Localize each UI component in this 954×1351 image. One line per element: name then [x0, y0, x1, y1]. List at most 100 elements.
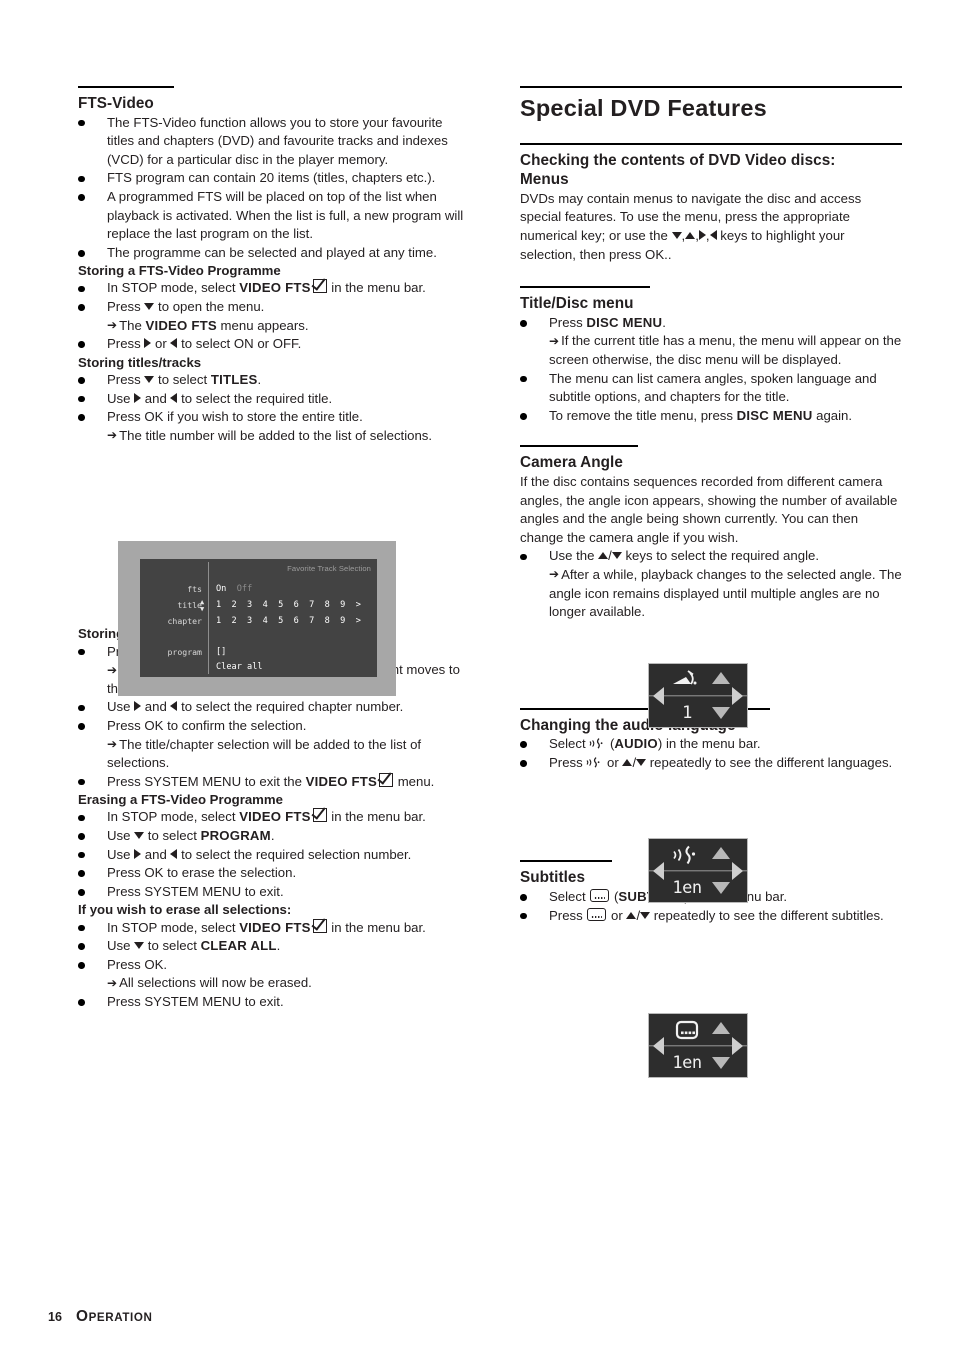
osd-right-arrow-icon[interactable] — [732, 861, 743, 880]
text: Press OK to erase the selection. — [107, 865, 297, 881]
triangle-up-icon — [626, 911, 637, 919]
list-item: Press OK to confirm the selection. — [78, 717, 470, 736]
text: to select the required title. — [177, 390, 333, 406]
bullet-icon — [520, 320, 527, 327]
bullet-icon — [78, 395, 85, 403]
triangle-down-icon — [611, 552, 622, 560]
fts-row-values-title[interactable]: 1 2 3 4 5 6 7 8 9 > — [216, 600, 361, 610]
text-bold: DISC MENU — [586, 314, 663, 330]
text: Use the — [549, 548, 599, 564]
list-erasing-programme: In STOP mode, select VIDEO FTS in the me… — [78, 808, 470, 901]
updown-cursor-icon: ▲ ▼ — [200, 598, 205, 613]
fts-row-label-program: program — [167, 647, 202, 657]
list-item: The programme can be selected and played… — [78, 244, 470, 263]
text: to open the menu. — [154, 299, 265, 315]
bullet-icon — [78, 194, 85, 201]
text: Press OK if you wish to store the entire… — [107, 409, 363, 425]
list-storing-programme: In STOP mode, select VIDEO FTS in the me… — [78, 279, 470, 353]
list-item-arrow: ➔ All selections will now be erased. — [78, 974, 470, 993]
list-item: Press to select TITLES. — [78, 371, 470, 390]
triangle-down-icon — [640, 911, 651, 919]
list-item-arrow: ➔ The VIDEO FTS menu appears. — [78, 317, 470, 336]
heading-fts-video: FTS-Video — [78, 86, 174, 114]
arrow-right-icon: ➔ — [107, 318, 118, 333]
text: and — [141, 846, 171, 862]
text: Press SYSTEM MENU to exit. — [107, 993, 284, 1009]
fts-value-on[interactable]: On — [216, 584, 226, 594]
document-page: FTS-Video The FTS-Video function allows … — [0, 0, 954, 1351]
list-item: Use and to select the required selection… — [78, 846, 470, 865]
bullet-icon — [78, 704, 85, 712]
triangle-up-icon — [622, 758, 633, 766]
bullet-icon — [78, 119, 85, 127]
text: To remove the title menu, press — [549, 407, 737, 423]
text: Use — [107, 938, 135, 954]
list-audio-language: Select (AUDIO) in the menu bar. Press or… — [520, 735, 902, 772]
triangle-left-icon — [709, 230, 717, 241]
triangle-right-icon — [698, 230, 706, 241]
list-item: Press OK to erase the selection. — [78, 864, 470, 883]
text: Use — [107, 390, 135, 406]
checkbox-icon — [312, 918, 327, 933]
rule-above-fts-video: FTS-Video — [78, 86, 174, 114]
list-item: The menu can list camera angles, spoken … — [520, 370, 902, 407]
osd-right-arrow-icon[interactable] — [732, 1036, 743, 1055]
arrow-right-icon: ➔ — [549, 333, 560, 348]
list-item-arrow: ➔ The title number will be added to the l… — [78, 427, 470, 446]
text: repeatedly to see the different language… — [646, 754, 893, 770]
list-item: Press to open the menu. — [78, 298, 470, 317]
heading-camera-angle: Camera Angle — [520, 445, 638, 473]
text-bold: VIDEO FTS — [239, 919, 311, 935]
paragraph-camera-angle: If the disc contains sequences recorded … — [520, 473, 898, 545]
bullet-icon — [78, 999, 85, 1006]
osd-right-arrow-icon[interactable] — [732, 686, 743, 705]
text: The menu can list camera angles, spoken … — [549, 370, 877, 405]
fts-row-label-title: title — [177, 600, 202, 610]
fts-row-values-fts: On Off — [216, 584, 252, 594]
footer-section-label: OPERATION — [76, 1308, 153, 1325]
fts-row-label-fts: fts — [187, 584, 202, 594]
page-footer: 16 OPERATION — [48, 1308, 152, 1326]
text: menu appears. — [216, 317, 309, 333]
osd-camera-angle: 1 — [648, 663, 748, 728]
audio-icon — [649, 844, 723, 868]
text: . — [270, 828, 275, 844]
text: Press — [107, 372, 145, 388]
list-item: To remove the title menu, press DISC MEN… — [520, 407, 902, 426]
list-item-arrow: ➔ If the current title has a menu, the me… — [520, 332, 902, 369]
list-item: Press SYSTEM MENU to exit the VIDEO FTS … — [78, 772, 470, 792]
text: Use — [107, 828, 135, 844]
list-camera-angle: Use the / keys to select the required an… — [520, 547, 902, 621]
list-item: In STOP mode, select VIDEO FTS in the me… — [78, 279, 470, 298]
bullet-icon — [520, 375, 527, 383]
text: or — [607, 907, 627, 923]
bullet-icon — [520, 741, 527, 749]
text: menu. — [394, 773, 435, 789]
list-item: Press or / repeatedly to see the differe… — [520, 907, 902, 926]
bullet-icon — [78, 943, 85, 950]
list-item: Press or to select ON or OFF. — [78, 335, 470, 354]
camera-angle-icon — [649, 669, 723, 693]
heading-storing-titles-tracks: Storing titles/tracks — [78, 354, 202, 370]
arrow-right-icon: ➔ — [107, 428, 118, 443]
fts-row-values-chapter[interactable]: 1 2 3 4 5 6 7 8 9 > — [216, 616, 361, 626]
list-item: Use the / keys to select the required an… — [520, 547, 902, 566]
bullet-icon — [78, 648, 85, 656]
text: to select — [154, 372, 211, 388]
fts-row-values-program[interactable]: [] — [216, 647, 226, 657]
fts-value-off[interactable]: Off — [237, 584, 253, 594]
checkbox-icon — [312, 279, 327, 294]
text: Use — [107, 699, 135, 715]
text: in the menu bar. — [327, 919, 426, 935]
list-item-arrow: ➔ After a while, playback changes to the … — [520, 566, 902, 622]
text: . — [276, 938, 281, 954]
text: Select — [549, 736, 590, 752]
fts-menu-screen: Favorite Track Selection fts On Off titl… — [140, 559, 377, 677]
bullet-icon — [78, 851, 85, 859]
osd-audio-language: 1en — [648, 838, 748, 903]
text: Press OK. — [107, 956, 168, 972]
text: and — [141, 699, 171, 715]
fts-clear-all[interactable]: Clear all — [216, 662, 263, 672]
bullet-icon — [78, 814, 85, 822]
list-fts-video-intro: The FTS-Video function allows you to sto… — [78, 114, 470, 263]
